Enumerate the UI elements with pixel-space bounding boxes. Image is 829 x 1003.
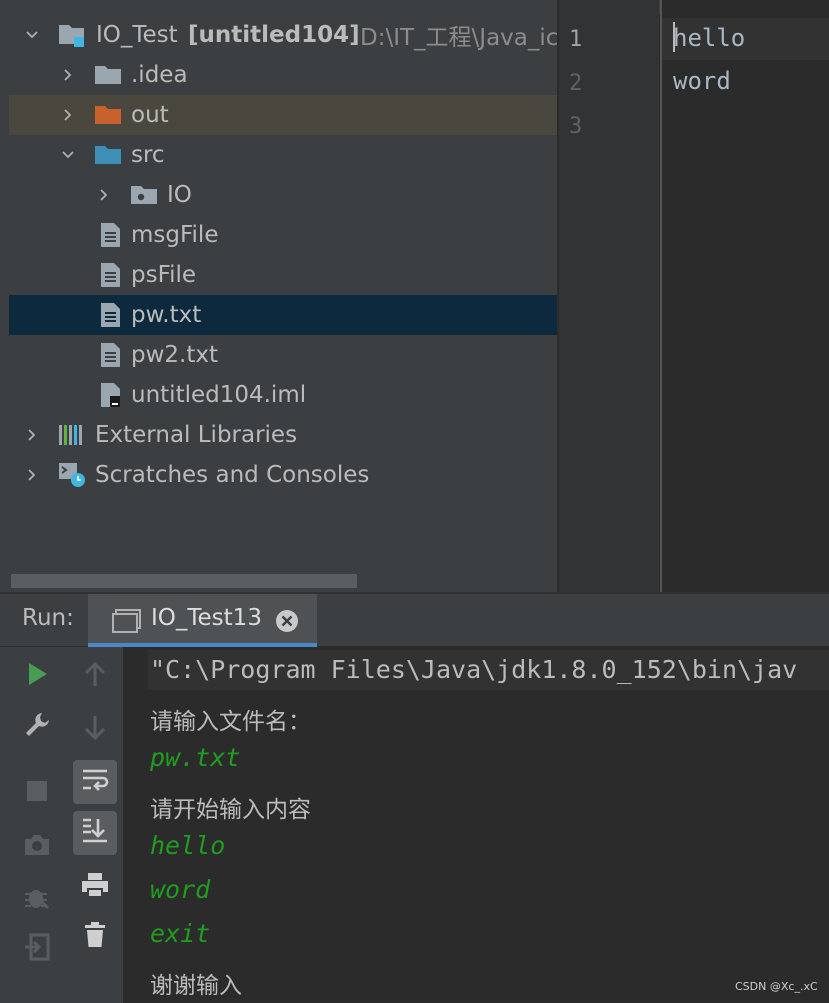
watermark: CSDN @Xc_.xC	[735, 980, 818, 993]
wrench-icon	[22, 710, 52, 744]
tree-row-label: src	[131, 142, 165, 168]
chevron-down-icon[interactable]	[57, 144, 79, 166]
tree-row-label: Scratches and Consoles	[95, 462, 370, 488]
project-tree-panel: IO_Test [untitled104] D:\IT_工程\Java_ic .…	[9, 0, 557, 592]
tree-row-label: IO_Test	[96, 22, 178, 48]
debug-button[interactable]	[15, 877, 59, 921]
project-path: D:\IT_工程\Java_ic	[360, 25, 557, 51]
chevron-right-icon[interactable]	[21, 424, 43, 446]
dump-threads-button[interactable]	[15, 825, 59, 869]
tree-row-label: pw.txt	[131, 302, 202, 328]
stop-button[interactable]	[15, 771, 59, 815]
left-tool-strip-run	[0, 647, 9, 1003]
stop-icon	[22, 776, 52, 810]
next-occurrence-button[interactable]	[73, 707, 117, 751]
previous-occurrence-button[interactable]	[73, 655, 117, 699]
console-output-line: 请输入文件名：	[150, 709, 311, 735]
horizontal-scrollbar-thumb[interactable]	[11, 574, 357, 588]
print-button[interactable]	[73, 865, 117, 909]
tree-row-msgfile[interactable]: msgFile	[9, 215, 557, 255]
arrow-up-icon	[80, 660, 110, 694]
chevron-right-icon[interactable]	[57, 64, 79, 86]
tree-row-label: psFile	[131, 262, 197, 288]
print-icon	[80, 870, 110, 904]
line-number: 2	[569, 71, 583, 96]
console-command-line: "C:\Program Files\Java\jdk1.8.0_152\bin\…	[150, 655, 798, 684]
run-toolbar-secondary	[67, 647, 124, 1003]
console-input-line: word	[150, 875, 211, 904]
tree-row-pw2-txt[interactable]: pw2.txt	[9, 335, 557, 375]
line-number: 1	[569, 27, 583, 52]
scroll-to-end-icon	[80, 816, 110, 850]
exit-icon	[22, 932, 52, 966]
tree-row-label: pw2.txt	[131, 342, 219, 368]
console-input-line: exit	[150, 919, 211, 948]
project-folder-icon	[58, 22, 86, 48]
camera-icon	[22, 830, 52, 864]
settings-button[interactable]	[15, 705, 59, 749]
chevron-right-icon[interactable]	[93, 184, 115, 206]
tree-row-pw-txt[interactable]: pw.txt	[9, 295, 557, 335]
project-topbar	[9, 0, 557, 14]
run-toolbar-primary	[9, 647, 68, 1003]
tree-row-io-package[interactable]: IO	[9, 175, 557, 215]
code-line[interactable]: word	[673, 67, 731, 95]
text-file-icon	[97, 222, 125, 248]
folder-icon	[94, 62, 122, 88]
text-file-icon	[97, 302, 125, 328]
tree-row-psfile[interactable]: psFile	[9, 255, 557, 295]
top-area: IO_Test [untitled104] D:\IT_工程\Java_ic .…	[0, 0, 829, 592]
module-name: [untitled104]	[188, 22, 360, 48]
debug-icon	[22, 882, 52, 916]
tree-row-project-root[interactable]: IO_Test [untitled104] D:\IT_工程\Java_ic	[9, 15, 557, 55]
console-icon	[112, 608, 142, 634]
chevron-down-icon[interactable]	[21, 24, 43, 46]
tree-row-scratches[interactable]: Scratches and Consoles	[9, 455, 557, 495]
run-button[interactable]	[15, 654, 59, 698]
clear-all-button[interactable]	[73, 915, 117, 959]
exit-button[interactable]	[15, 927, 59, 971]
code-line[interactable]: hello	[673, 24, 745, 52]
tree-row-idea[interactable]: .idea	[9, 55, 557, 95]
tree-row-label: msgFile	[131, 222, 219, 248]
tree-row-out[interactable]: out	[9, 95, 557, 135]
soft-wrap-button[interactable]	[73, 760, 117, 804]
tree-row-label: untitled104.iml	[131, 382, 307, 408]
excluded-folder-icon	[94, 102, 122, 128]
text-caret	[673, 22, 675, 52]
trash-icon	[80, 920, 110, 954]
chevron-right-icon[interactable]	[21, 464, 43, 486]
scratches-icon	[58, 462, 86, 488]
soft-wrap-icon	[80, 765, 110, 799]
libraries-icon	[58, 422, 86, 448]
tree-row-label: IO	[167, 182, 192, 208]
console-output-line: 谢谢输入	[150, 973, 242, 999]
console-input-line: hello	[150, 831, 226, 860]
run-icon	[22, 659, 52, 693]
console-input-line: pw.txt	[150, 743, 241, 772]
tree-row-iml[interactable]: untitled104.iml	[9, 375, 557, 415]
tree-row-label: out	[131, 102, 169, 128]
run-label: Run:	[22, 605, 74, 631]
scroll-to-end-button[interactable]	[73, 811, 117, 855]
text-file-icon	[97, 262, 125, 288]
arrow-down-icon	[80, 712, 110, 746]
module-file-icon	[97, 382, 125, 408]
source-folder-icon	[94, 142, 122, 168]
console-output-line: 请开始输入内容	[150, 797, 311, 823]
console-output[interactable]	[124, 647, 829, 1003]
close-icon[interactable]	[275, 609, 299, 633]
tree-row-external-libraries[interactable]: External Libraries	[9, 415, 557, 455]
tree-row-src[interactable]: src	[9, 135, 557, 175]
text-file-icon	[97, 342, 125, 368]
chevron-right-icon[interactable]	[57, 104, 79, 126]
tab-title: IO_Test13	[151, 605, 262, 631]
tree-row-label: .idea	[131, 62, 188, 88]
tree-row-label: External Libraries	[95, 422, 298, 448]
package-icon	[130, 182, 158, 208]
line-number: 3	[569, 114, 583, 139]
